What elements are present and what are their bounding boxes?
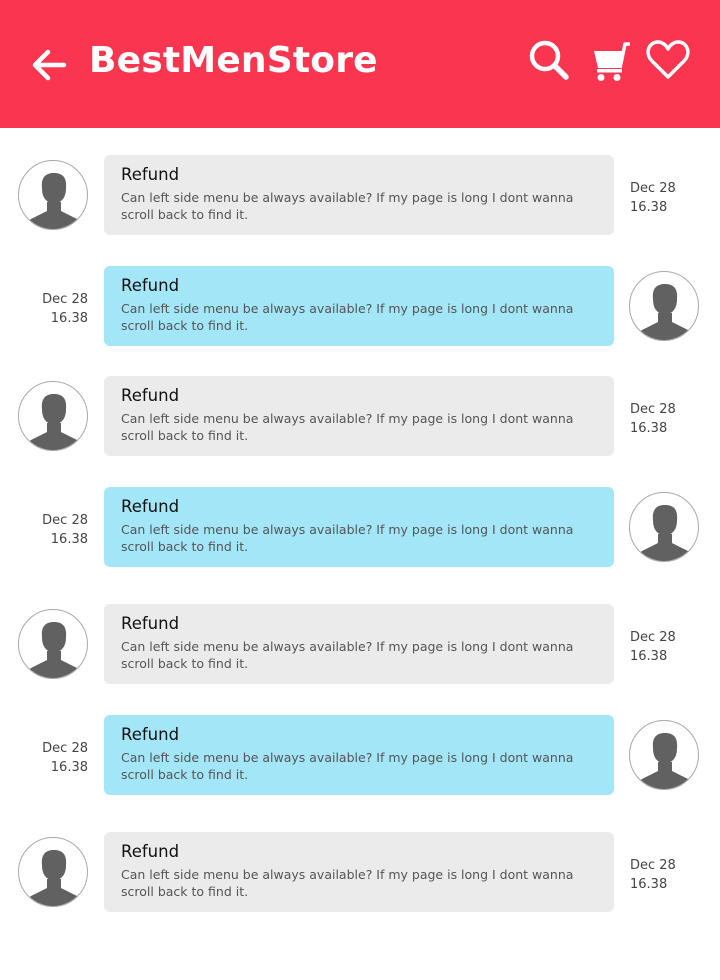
person-silhouette-icon	[637, 505, 693, 561]
message-body: Can left side menu be always available? …	[121, 411, 574, 443]
avatar[interactable]	[629, 271, 699, 341]
message-subject: Refund	[121, 497, 180, 516]
message-time: 16.38	[50, 532, 88, 547]
person-silhouette-icon	[26, 173, 82, 229]
heart-icon[interactable]	[646, 38, 690, 82]
message-body: Can left side menu be always available? …	[121, 190, 574, 222]
person-silhouette-icon	[637, 284, 693, 340]
message-date: Dec 28	[42, 741, 88, 756]
cart-icon[interactable]	[586, 38, 630, 82]
message-subject: Refund	[121, 614, 180, 633]
message-bubble[interactable]: Refund Can left side menu be always avail…	[104, 266, 614, 346]
message-date: Dec 28	[630, 181, 676, 196]
message-row[interactable]: Refund Can left side menu be always avail…	[0, 715, 720, 795]
message-row[interactable]: Refund Can left side menu be always avail…	[0, 155, 720, 235]
message-date: Dec 28	[42, 292, 88, 307]
message-timestamp: Dec 28 16.38	[28, 290, 88, 328]
message-bubble[interactable]: Refund Can left side menu be always avail…	[104, 376, 614, 456]
message-time: 16.38	[50, 760, 88, 775]
message-row[interactable]: Refund Can left side menu be always avail…	[0, 376, 720, 456]
message-timestamp: Dec 28 16.38	[630, 856, 690, 894]
message-timestamp: Dec 28 16.38	[630, 400, 690, 438]
person-silhouette-icon	[26, 622, 82, 678]
avatar[interactable]	[629, 492, 699, 562]
message-row[interactable]: Refund Can left side menu be always avail…	[0, 604, 720, 684]
message-time: 16.38	[630, 649, 668, 664]
message-time: 16.38	[630, 877, 668, 892]
message-date: Dec 28	[630, 630, 676, 645]
message-bubble[interactable]: Refund Can left side menu be always avail…	[104, 155, 614, 235]
message-timestamp: Dec 28 16.38	[630, 628, 690, 666]
person-silhouette-icon	[637, 733, 693, 789]
message-time: 16.38	[630, 421, 668, 436]
message-subject: Refund	[121, 165, 180, 184]
avatar[interactable]	[18, 609, 88, 679]
message-row[interactable]: Refund Can left side menu be always avail…	[0, 487, 720, 567]
message-date: Dec 28	[630, 402, 676, 417]
message-time: 16.38	[630, 200, 668, 215]
message-body: Can left side menu be always available? …	[121, 639, 574, 671]
avatar[interactable]	[18, 837, 88, 907]
message-subject: Refund	[121, 842, 180, 861]
message-subject: Refund	[121, 276, 180, 295]
message-bubble[interactable]: Refund Can left side menu be always avail…	[104, 604, 614, 684]
search-icon[interactable]	[527, 38, 571, 82]
message-subject: Refund	[121, 386, 180, 405]
arrow-left-icon[interactable]	[28, 44, 70, 86]
message-body: Can left side menu be always available? …	[121, 522, 574, 554]
message-row[interactable]: Refund Can left side menu be always avail…	[0, 832, 720, 912]
avatar[interactable]	[18, 160, 88, 230]
person-silhouette-icon	[26, 394, 82, 450]
message-date: Dec 28	[630, 858, 676, 873]
avatar[interactable]	[629, 720, 699, 790]
message-bubble[interactable]: Refund Can left side menu be always avail…	[104, 715, 614, 795]
message-date: Dec 28	[42, 513, 88, 528]
message-timestamp: Dec 28 16.38	[28, 739, 88, 777]
message-timestamp: Dec 28 16.38	[28, 511, 88, 549]
avatar[interactable]	[18, 381, 88, 451]
message-subject: Refund	[121, 725, 180, 744]
message-bubble[interactable]: Refund Can left side menu be always avail…	[104, 487, 614, 567]
message-body: Can left side menu be always available? …	[121, 750, 574, 782]
message-timestamp: Dec 28 16.38	[630, 179, 690, 217]
app-title: BestMenStore	[89, 40, 378, 81]
message-body: Can left side menu be always available? …	[121, 867, 574, 899]
message-row[interactable]: Refund Can left side menu be always avail…	[0, 266, 720, 346]
message-bubble[interactable]: Refund Can left side menu be always avail…	[104, 832, 614, 912]
message-time: 16.38	[50, 311, 88, 326]
person-silhouette-icon	[26, 850, 82, 906]
message-body: Can left side menu be always available? …	[121, 301, 574, 333]
app-header: BestMenStore	[0, 0, 720, 128]
